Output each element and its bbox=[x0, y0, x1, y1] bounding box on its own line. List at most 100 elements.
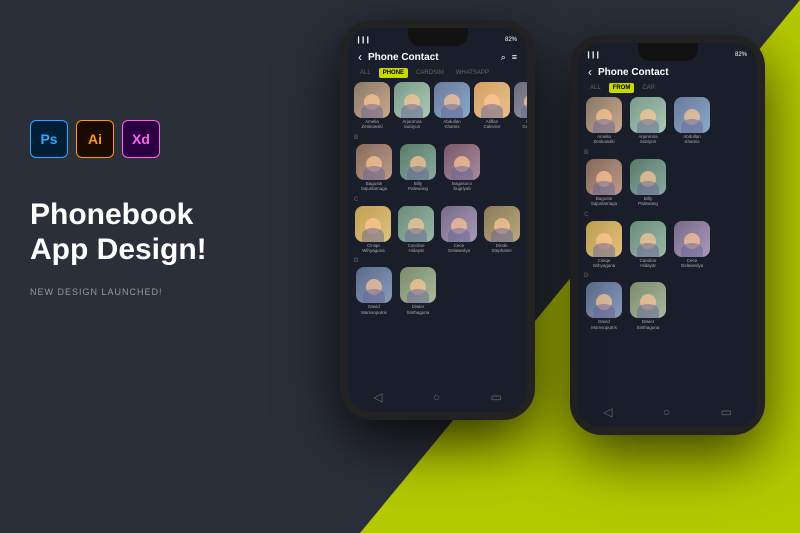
avatar bbox=[355, 206, 391, 242]
nav-home-icon-2[interactable]: ○ bbox=[663, 405, 670, 419]
contact-name: CiniqeWihyaguna bbox=[593, 258, 616, 269]
avatar bbox=[354, 82, 390, 118]
tab-bar-1: ALL PHONE CARDSIM WHATSAPP bbox=[348, 68, 527, 82]
tab-all-2[interactable]: ALL bbox=[586, 83, 605, 93]
signal-icon-2: ▎▎▎ bbox=[588, 52, 602, 59]
phone-header-2: ‹ Phone Contact bbox=[578, 63, 757, 83]
contacts-grid-2: AmeliaZenkowski ArjunmiraSubiyun bbox=[578, 97, 757, 330]
contact-name: BagusteSajunlamaga bbox=[591, 196, 617, 207]
contact-card[interactable]: DavidMamsoputris bbox=[354, 267, 394, 315]
contact-card[interactable]: BagusteSajunlamaga bbox=[584, 159, 624, 207]
avatar bbox=[484, 206, 520, 242]
contact-name: ArjunmiraSubiyun bbox=[402, 119, 421, 130]
section-letter-d: D bbox=[354, 255, 521, 265]
section-c-2: C bbox=[584, 209, 751, 219]
battery-info: 82% bbox=[505, 37, 517, 43]
contact-name: CiniqeWihyaguna bbox=[362, 243, 385, 254]
contact-row-2-2: BagusteSajunlamaga BillyPalewang bbox=[584, 159, 751, 207]
contact-card[interactable]: CeceGelawedya bbox=[672, 221, 712, 269]
contact-card[interactable]: AndricGuwirdha bbox=[514, 82, 527, 130]
contact-name: DavidMamsoputris bbox=[361, 304, 387, 315]
contact-name: AmeliaZenkowski bbox=[361, 119, 382, 130]
phone-frame-2: ▎▎▎ 82% ‹ Phone Contact ALL FROM CAR bbox=[570, 35, 765, 435]
contact-name: BagasocoSugriyab bbox=[452, 181, 472, 192]
tab-bar-2: ALL FROM CAR bbox=[578, 83, 757, 97]
tab-phone[interactable]: PHONE bbox=[379, 68, 408, 78]
avatar bbox=[514, 82, 527, 118]
contact-card[interactable]: AmeliaZenkowski bbox=[354, 82, 390, 130]
contact-name: AbdullanKhamis bbox=[443, 119, 461, 130]
contact-name: CeceGelawedya bbox=[448, 243, 471, 254]
bottom-nav-bar-2: ◁ ○ ▭ bbox=[578, 401, 757, 423]
contact-name: DiwierSinthaguna bbox=[637, 319, 660, 330]
tab-car-2[interactable]: CAR bbox=[638, 83, 659, 93]
nav-home-icon[interactable]: ○ bbox=[433, 390, 440, 404]
avatar bbox=[630, 282, 666, 318]
contact-card[interactable]: AmeliaZenkowski bbox=[584, 97, 624, 145]
contact-card[interactable]: BagasocoSugriyab bbox=[442, 144, 482, 192]
contact-row-2-1: AmeliaZenkowski ArjunmiraSubiyun bbox=[584, 97, 751, 145]
contact-row-1: AmeliaZenkowski ArjunmiraSubiyun bbox=[354, 82, 521, 130]
tab-cardsim[interactable]: CARDSIM bbox=[412, 68, 448, 78]
avatar bbox=[674, 97, 710, 133]
avatar bbox=[400, 267, 436, 303]
contact-card[interactable]: AbdullanKhamis bbox=[672, 97, 712, 145]
contact-name: BagusteSajunlamaga bbox=[361, 181, 387, 192]
contact-card[interactable]: AbdullanKhamis bbox=[434, 82, 470, 130]
app-icons-row: Ps Ai Xd bbox=[30, 120, 207, 158]
menu-icon[interactable]: ≡ bbox=[512, 52, 517, 62]
phone-frame-1: ▎▎▎ 82% ‹ Phone Contact ⌕ ≡ ALL PHONE CA… bbox=[340, 20, 535, 420]
contact-card[interactable]: DavidMamsoputris bbox=[584, 282, 624, 330]
illustrator-icon: Ai bbox=[76, 120, 114, 158]
contact-name: CeceGelawedya bbox=[681, 258, 704, 269]
screen-title-2: Phone Contact bbox=[598, 67, 747, 78]
contact-card[interactable]: ArjunmiraSubiyun bbox=[394, 82, 430, 130]
search-icon[interactable]: ⌕ bbox=[501, 52, 506, 63]
tab-from-2[interactable]: FROM bbox=[609, 83, 635, 93]
contact-card[interactable]: DiwierSinthaguna bbox=[628, 282, 668, 330]
avatar bbox=[441, 206, 477, 242]
avatar bbox=[356, 267, 392, 303]
tab-whatsapp[interactable]: WHATSAPP bbox=[452, 68, 493, 78]
avatar bbox=[434, 82, 470, 118]
contact-card[interactable]: AliffanCakrolor bbox=[474, 82, 510, 130]
nav-recents-icon-2[interactable]: ▭ bbox=[720, 405, 731, 419]
contact-name: BillyPalewang bbox=[408, 181, 428, 192]
nav-back-icon-2[interactable]: ◁ bbox=[603, 405, 612, 419]
contact-card[interactable]: ArjunmiraSubiyun bbox=[628, 97, 668, 145]
contact-card[interactable]: BillyPalewang bbox=[398, 144, 438, 192]
back-button[interactable]: ‹ bbox=[358, 50, 362, 64]
contact-name: DavidMamsoputris bbox=[591, 319, 617, 330]
tab-all[interactable]: ALL bbox=[356, 68, 375, 78]
battery-info-2: 82% bbox=[735, 52, 747, 58]
avatar bbox=[586, 282, 622, 318]
phone-screen-2: ▎▎▎ 82% ‹ Phone Contact ALL FROM CAR bbox=[578, 43, 757, 427]
avatar bbox=[630, 159, 666, 195]
contact-card[interactable]: DiwierSinthaguna bbox=[398, 267, 438, 315]
contact-card[interactable]: BillyPalewang bbox=[628, 159, 668, 207]
contact-row-2-3: CiniqeWihyaguna CarolineHidayat bbox=[584, 221, 751, 269]
contact-name: DiwierSinthaguna bbox=[407, 304, 430, 315]
contact-name: CarolineHidayat bbox=[640, 258, 657, 269]
contact-card[interactable]: CiniqeWihyaguna bbox=[584, 221, 624, 269]
contact-row-2: BagusteSajunlamaga BillyPalewang bbox=[354, 144, 521, 192]
back-button-2[interactable]: ‹ bbox=[588, 65, 592, 79]
phone-notch-1 bbox=[408, 28, 468, 46]
avatar bbox=[630, 97, 666, 133]
contact-card[interactable]: CeceGelawedya bbox=[440, 206, 479, 254]
contact-name: AmeliaZenkowski bbox=[593, 134, 614, 145]
contact-card[interactable]: CarolineHidayat bbox=[628, 221, 668, 269]
avatar bbox=[586, 221, 622, 257]
contact-card[interactable]: DindeStephanie bbox=[482, 206, 521, 254]
contact-card[interactable]: CarolineHidayat bbox=[397, 206, 436, 254]
nav-recents-icon[interactable]: ▭ bbox=[490, 390, 501, 404]
phone-header-1: ‹ Phone Contact ⌕ ≡ bbox=[348, 48, 527, 68]
avatar bbox=[630, 221, 666, 257]
avatar bbox=[474, 82, 510, 118]
avatar bbox=[674, 221, 710, 257]
contact-row-3: CiniqeWihyaguna CarolineHidayat bbox=[354, 206, 521, 254]
contact-card[interactable]: BagusteSajunlamaga bbox=[354, 144, 394, 192]
phone-screen-1: ▎▎▎ 82% ‹ Phone Contact ⌕ ≡ ALL PHONE CA… bbox=[348, 28, 527, 412]
contact-card[interactable]: CiniqeWihyaguna bbox=[354, 206, 393, 254]
nav-back-icon[interactable]: ◁ bbox=[373, 390, 382, 404]
